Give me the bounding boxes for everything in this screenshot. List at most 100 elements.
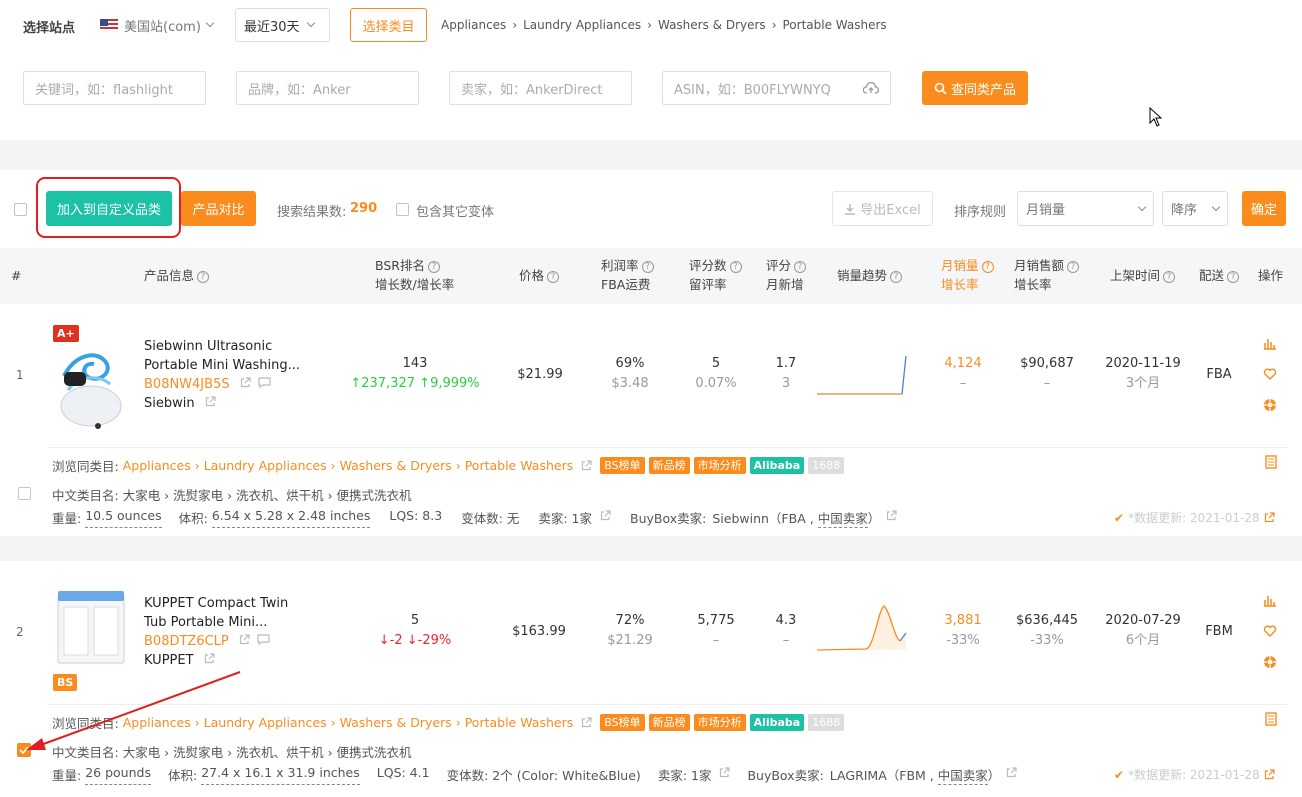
col-listed[interactable]: 上架时间? xyxy=(1110,266,1176,285)
search-similar-button[interactable]: 查同类产品 xyxy=(922,71,1028,105)
site-select[interactable]: 美国站(com) xyxy=(100,14,215,36)
heart-icon[interactable] xyxy=(1263,367,1277,381)
help-icon[interactable]: ? xyxy=(547,271,560,283)
product-title-line2[interactable]: Portable Mini Washing... xyxy=(144,356,300,375)
external-link-icon[interactable] xyxy=(239,634,250,645)
col-profit[interactable]: 利润率? FBA运费 xyxy=(601,256,654,294)
chat-icon[interactable] xyxy=(258,377,271,389)
external-link-icon[interactable] xyxy=(1006,767,1017,778)
help-icon[interactable]: ? xyxy=(981,261,994,273)
calculator-icon[interactable] xyxy=(1264,712,1278,726)
breadcrumb-item[interactable]: Appliances xyxy=(441,18,506,32)
help-icon[interactable]: ? xyxy=(729,261,742,273)
external-link-icon[interactable] xyxy=(240,377,251,388)
breadcrumb-item[interactable]: Laundry Appliances xyxy=(523,18,641,32)
help-icon[interactable]: ? xyxy=(890,271,903,283)
export-excel-button[interactable]: 导出Excel xyxy=(832,191,933,226)
bar-chart-icon[interactable] xyxy=(1263,593,1277,607)
brand-input[interactable]: 品牌，如：Anker xyxy=(236,71,419,105)
help-icon[interactable]: ? xyxy=(427,261,440,273)
bar-chart-icon[interactable] xyxy=(1263,336,1277,350)
col-monthly-sales[interactable]: 月销量? 增长率 xyxy=(941,256,994,294)
monthly-sales-cell: 4,124 – xyxy=(928,354,998,394)
alibaba-tag[interactable]: Alibaba xyxy=(749,457,805,474)
external-link-icon[interactable] xyxy=(719,767,731,778)
1688-tag[interactable]: 1688 xyxy=(808,457,845,474)
buybox-label: BuyBox卖家: xyxy=(630,511,707,526)
col-shipping[interactable]: 配送? xyxy=(1199,266,1240,285)
sort-field-select[interactable]: 月销量 xyxy=(1017,191,1154,226)
chevron-down-icon xyxy=(306,18,315,28)
bs-list-tag[interactable]: BS榜单 xyxy=(600,457,645,474)
product-image[interactable] xyxy=(54,346,128,430)
external-link-icon[interactable] xyxy=(581,460,592,471)
share-icon[interactable] xyxy=(1264,512,1275,523)
lifebuoy-icon[interactable] xyxy=(1263,398,1277,412)
col-product[interactable]: 产品信息? xyxy=(144,266,210,285)
new-list-tag[interactable]: 新品榜 xyxy=(648,457,690,474)
col-bsr[interactable]: BSR排名? 增长数/增长率 xyxy=(375,256,454,294)
cloud-upload-icon[interactable] xyxy=(863,82,879,94)
help-icon[interactable]: ? xyxy=(197,271,210,283)
brand-name[interactable]: KUPPET xyxy=(144,653,194,668)
choose-category-button[interactable]: 选择类目 xyxy=(350,8,427,42)
asin-link[interactable]: B08NW4JB5S xyxy=(144,377,230,392)
external-link-icon[interactable] xyxy=(205,396,216,407)
search-button-label: 查同类产品 xyxy=(950,82,1016,98)
alibaba-tag[interactable]: Alibaba xyxy=(749,714,805,731)
external-link-icon[interactable] xyxy=(581,717,592,728)
include-variants-checkbox[interactable] xyxy=(396,203,409,216)
sort-order-select[interactable]: 降序 xyxy=(1162,191,1228,226)
compare-products-button[interactable]: 产品对比 xyxy=(181,191,256,226)
product-info: KUPPET Compact Twin Tub Portable Mini...… xyxy=(144,594,288,670)
bs-list-tag[interactable]: BS榜单 xyxy=(600,714,645,731)
profit-cell: 69% $3.48 xyxy=(595,354,665,394)
breadcrumb-item[interactable]: Washers & Dryers xyxy=(658,18,766,32)
asin-link[interactable]: B08DTZ6CLP xyxy=(144,634,229,649)
external-link-icon[interactable] xyxy=(204,653,215,664)
select-all-checkbox[interactable] xyxy=(14,203,27,216)
col-rating[interactable]: 评分? 月新增 xyxy=(766,256,807,294)
sales-trend-sparkline[interactable] xyxy=(816,348,908,396)
asin-input[interactable]: ASIN，如：B00FLYWNYQ xyxy=(662,71,891,105)
help-icon[interactable]: ? xyxy=(1163,271,1176,283)
external-link-icon[interactable] xyxy=(886,510,897,521)
buybox-seller[interactable]: Siebwinn（FBA , xyxy=(712,508,813,528)
fba-fee: $3.48 xyxy=(611,376,649,391)
heart-icon[interactable] xyxy=(1263,624,1277,638)
external-link-icon[interactable] xyxy=(600,510,611,521)
lifebuoy-icon[interactable] xyxy=(1263,655,1277,669)
keyword-input[interactable]: 关键词，如：flashlight xyxy=(23,71,206,105)
share-icon[interactable] xyxy=(1264,769,1275,780)
chat-icon[interactable] xyxy=(257,634,270,646)
new-list-tag[interactable]: 新品榜 xyxy=(648,714,690,731)
buybox-seller[interactable]: LAGRIMA（FBM , xyxy=(830,765,934,785)
brand-name[interactable]: Siebwin xyxy=(144,396,195,411)
browse-path-link[interactable]: Appliances › Laundry Appliances › Washer… xyxy=(123,458,574,473)
col-trend[interactable]: 销量趋势? xyxy=(837,266,903,285)
col-reviews[interactable]: 评分数? 留评率 xyxy=(689,256,742,294)
product-title-line2[interactable]: Tub Portable Mini... xyxy=(144,613,288,632)
volume-value: 27.4 x 16.1 x 31.9 inches xyxy=(201,765,360,785)
product-title-line1[interactable]: Siebwinn Ultrasonic xyxy=(144,337,300,356)
period-select[interactable]: 最近30天 xyxy=(235,8,330,42)
col-monthly-revenue[interactable]: 月销售额? 增长率 xyxy=(1014,256,1080,294)
seller-input[interactable]: 卖家，如：AnkerDirect xyxy=(449,71,632,105)
col-price[interactable]: 价格? xyxy=(519,266,560,285)
market-analysis-tag[interactable]: 市场分析 xyxy=(693,714,746,731)
market-analysis-tag[interactable]: 市场分析 xyxy=(693,457,746,474)
1688-tag[interactable]: 1688 xyxy=(808,714,845,731)
help-icon[interactable]: ? xyxy=(641,261,654,273)
sales-trend-sparkline[interactable] xyxy=(816,601,908,653)
help-icon[interactable]: ? xyxy=(1067,261,1080,273)
confirm-sort-button[interactable]: 确定 xyxy=(1242,191,1286,226)
calculator-icon[interactable] xyxy=(1264,455,1278,469)
product-title-line1[interactable]: KUPPET Compact Twin xyxy=(144,594,288,613)
add-to-custom-category-button[interactable]: 加入到自定义品类 xyxy=(46,191,172,226)
help-icon[interactable]: ? xyxy=(794,261,807,273)
row-checkbox[interactable] xyxy=(18,487,31,500)
breadcrumb-item[interactable]: Portable Washers xyxy=(783,18,887,32)
help-icon[interactable]: ? xyxy=(1227,271,1240,283)
product-image[interactable] xyxy=(54,587,128,665)
checkmark-icon: ✔ xyxy=(1114,510,1125,525)
